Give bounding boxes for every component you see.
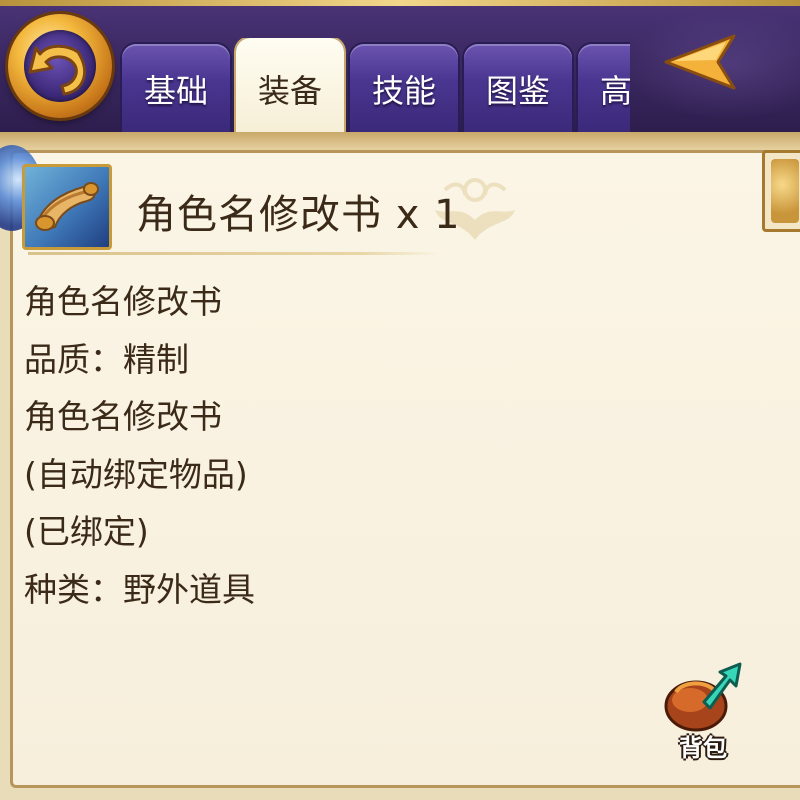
tab-advanced[interactable]: 高 xyxy=(578,44,630,136)
backpack-label: 背包 xyxy=(679,734,727,762)
item-description: 角色名修改书 品质：精制 角色名修改书 (自动绑定物品) (已绑定) 种类：野外… xyxy=(24,278,255,623)
item-title: 角色名修改书 x 1 xyxy=(136,192,461,238)
item-auto-bind-line: (自动绑定物品) xyxy=(24,454,248,494)
backpack-icon xyxy=(664,662,742,732)
item-description-line: 角色名修改书 xyxy=(24,397,222,436)
item-name-line: 角色名修改书 xyxy=(24,282,222,321)
tab-skills[interactable]: 技能 xyxy=(350,44,458,136)
scroll-icon xyxy=(35,182,99,231)
item-quality-line: 品质：精制 xyxy=(24,339,189,379)
item-category-line: 种类：野外道具 xyxy=(24,569,255,609)
tab-scroll-arrow-button[interactable] xyxy=(660,30,740,94)
back-arrow-icon xyxy=(28,44,87,96)
tab-collection[interactable]: 图鉴 xyxy=(464,44,572,136)
title-divider xyxy=(28,252,440,255)
tab-equipment[interactable]: 装备 xyxy=(236,38,344,136)
tab-basic[interactable]: 基础 xyxy=(122,44,230,136)
item-bound-status-line: (已绑定) xyxy=(24,512,149,551)
top-bar: 基础 装备 技能 图鉴 高 xyxy=(0,0,800,140)
tab-bar: 基础 装备 技能 图鉴 高 xyxy=(120,38,630,136)
side-item-slot[interactable] xyxy=(762,150,800,232)
backpack-button[interactable]: 背包 xyxy=(660,656,746,762)
back-button[interactable] xyxy=(8,14,112,118)
item-icon-frame[interactable] xyxy=(22,164,112,250)
arrow-left-icon xyxy=(664,34,736,90)
